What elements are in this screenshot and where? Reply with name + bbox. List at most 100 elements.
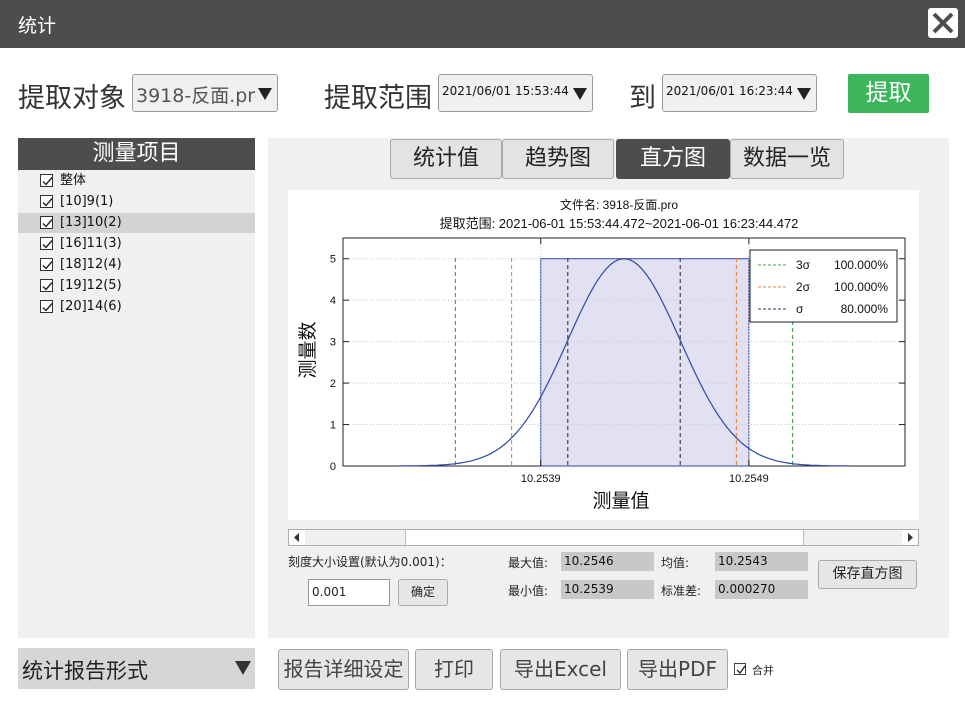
check-icon — [42, 198, 53, 207]
merge-label: 合并 — [752, 664, 774, 677]
report-format-select[interactable]: 统计报告形式 — [18, 648, 255, 689]
y-tick-label: 5 — [330, 254, 336, 266]
legend-label: 2σ — [796, 280, 811, 294]
target-label: 提取对象 — [18, 83, 126, 114]
items-panel-title: 测量项目 — [18, 138, 255, 170]
x-tick-label: 10.2549 — [729, 473, 769, 485]
legend-value: 100.000% — [834, 258, 888, 272]
list-item[interactable]: [18]12(4) — [18, 255, 255, 275]
measurement-items-panel: 测量项目 整体 [10]9(1) [13]10(2) [16]11(3) [18]12(… — [18, 138, 255, 638]
range-end-value: 2021/06/01 16:23:44 — [666, 84, 793, 98]
check-icon — [42, 219, 53, 228]
x-axis-label: 测量值 — [592, 490, 649, 512]
item-checkbox[interactable] — [40, 279, 53, 292]
item-checkbox[interactable] — [40, 258, 53, 271]
check-icon — [42, 240, 53, 249]
title-bar: 统计 — [0, 0, 965, 48]
max-label: 最大值: — [508, 556, 549, 570]
std-value: 0.000270 — [715, 580, 808, 599]
item-checkbox[interactable] — [40, 174, 53, 187]
item-label: 整体 — [60, 173, 87, 188]
print-button[interactable]: 打印 — [415, 649, 493, 690]
target-select[interactable]: 3918-反面.pro — [132, 74, 278, 112]
mean-value: 10.2543 — [715, 552, 808, 571]
item-checkbox[interactable] — [40, 195, 53, 208]
list-item[interactable]: [19]12(5) — [18, 276, 255, 296]
check-icon — [42, 177, 53, 186]
close-icon — [932, 12, 954, 34]
check-icon — [736, 665, 746, 675]
target-select-value: 3918-反面.pro — [136, 85, 256, 107]
tab-histogram[interactable]: 直方图 — [616, 139, 730, 179]
merge-checkbox[interactable] — [734, 663, 746, 675]
item-label: [13]10(2) — [60, 215, 122, 230]
legend-value: 100.000% — [834, 280, 888, 294]
check-icon — [42, 261, 53, 270]
to-label: 到 — [629, 83, 656, 114]
list-item[interactable]: [16]11(3) — [18, 234, 255, 254]
y-tick-label: 3 — [330, 337, 336, 349]
range-end-select[interactable]: 2021/06/01 16:23:44 — [662, 74, 817, 112]
y-tick-label: 1 — [330, 420, 336, 432]
chart-title: 文件名: 3918-反面.pro — [560, 197, 678, 212]
list-item[interactable]: [13]10(2) — [18, 213, 255, 233]
mean-label: 均值: — [661, 556, 690, 570]
confirm-button[interactable]: 确定 — [398, 579, 448, 606]
range-start-select[interactable]: 2021/06/01 15:53:44 — [438, 74, 593, 112]
y-axis-label: 测量数 — [297, 321, 319, 378]
tab-trend[interactable]: 趋势图 — [502, 139, 614, 179]
range-label: 提取范围 — [324, 83, 432, 114]
y-tick-label: 4 — [330, 295, 336, 307]
histogram-chart: 文件名: 3918-反面.pro 提取范围: 2021-06-01 15:53:… — [288, 190, 919, 520]
legend-label: σ — [796, 302, 804, 316]
list-item[interactable]: 整体 — [18, 171, 255, 191]
scale-setting-label: 刻度大小设置(默认为0.001)： — [288, 555, 452, 569]
check-icon — [42, 282, 53, 291]
window-title: 统计 — [18, 15, 57, 37]
histogram-bar — [540, 258, 750, 467]
x-tick-label: 10.2539 — [521, 473, 561, 485]
scrollbar-thumb[interactable] — [405, 530, 804, 545]
check-icon — [42, 303, 53, 312]
min-label: 最小值: — [508, 584, 549, 598]
report-detail-button[interactable]: 报告详细设定 — [278, 649, 409, 690]
scroll-left-button[interactable] — [289, 530, 305, 545]
report-format-value: 统计报告形式 — [22, 659, 148, 683]
item-label: [18]12(4) — [60, 257, 122, 272]
std-label: 标准差: — [661, 584, 702, 598]
item-checkbox[interactable] — [40, 216, 53, 229]
item-label: [19]12(5) — [60, 278, 122, 293]
extract-button[interactable]: 提取 — [848, 74, 929, 113]
export-pdf-button[interactable]: 导出PDF — [627, 649, 728, 690]
legend-value: 80.000% — [841, 302, 889, 316]
chevron-down-icon — [797, 88, 811, 100]
chevron-down-icon — [573, 88, 587, 100]
chevron-left-icon — [294, 533, 299, 542]
tab-statistics[interactable]: 统计值 — [390, 139, 502, 179]
chart-scrollbar[interactable] — [288, 529, 919, 546]
save-histogram-button[interactable]: 保存直方图 — [818, 560, 917, 589]
scroll-right-button[interactable] — [902, 530, 918, 545]
max-value: 10.2546 — [561, 552, 654, 571]
item-label: [20]14(6) — [60, 299, 122, 314]
scale-input[interactable]: 0.001 — [308, 579, 390, 606]
list-item[interactable]: [10]9(1) — [18, 192, 255, 212]
y-tick-label: 2 — [330, 378, 336, 390]
chevron-down-icon — [235, 661, 251, 675]
chart-subtitle: 提取范围: 2021-06-01 15:53:44.472~2021-06-01… — [440, 216, 799, 231]
legend-label: 3σ — [796, 258, 811, 272]
chevron-down-icon — [258, 88, 272, 100]
item-label: [16]11(3) — [60, 236, 122, 251]
export-excel-button[interactable]: 导出Excel — [500, 649, 621, 690]
close-button[interactable] — [928, 8, 958, 38]
item-checkbox[interactable] — [40, 300, 53, 313]
item-label: [10]9(1) — [60, 194, 114, 209]
list-item[interactable]: [20]14(6) — [18, 297, 255, 317]
min-value: 10.2539 — [561, 580, 654, 599]
tab-data-list[interactable]: 数据一览 — [730, 139, 844, 179]
item-checkbox[interactable] — [40, 237, 53, 250]
range-start-value: 2021/06/01 15:53:44 — [442, 84, 569, 98]
histogram-svg: 文件名: 3918-反面.pro 提取范围: 2021-06-01 15:53:… — [297, 197, 906, 512]
y-tick-label: 0 — [330, 461, 336, 473]
chevron-right-icon — [908, 533, 913, 542]
